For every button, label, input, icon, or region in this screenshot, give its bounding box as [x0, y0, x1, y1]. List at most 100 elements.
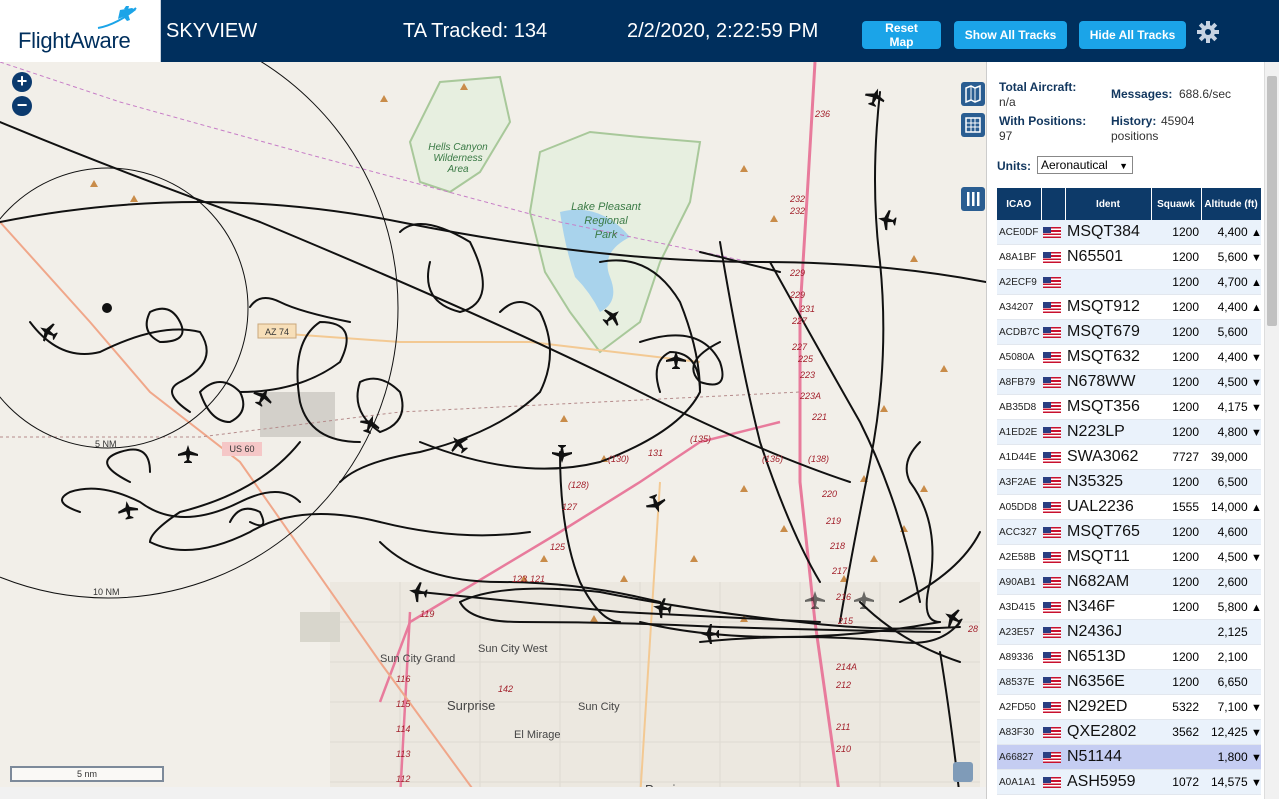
icao-cell: A0A1A1 [997, 769, 1041, 795]
grid-icon[interactable] [961, 113, 985, 137]
table-row[interactable]: A23E57 N2436J 2,125 [997, 619, 1261, 645]
icao-cell: A1D44E [997, 444, 1041, 470]
road-number-label: (138) [808, 454, 829, 464]
road-number-label: 223A [799, 391, 821, 401]
map-view[interactable]: Hells Canyon Wilderness Area Lake Pleasa… [0, 62, 986, 799]
table-row[interactable]: A83F30 QXE2802 3562 12,425 ▼ [997, 719, 1261, 745]
map-layers-icon[interactable] [961, 82, 985, 106]
us-flag-icon [1041, 544, 1065, 570]
table-row[interactable]: A89336 N6513D 1200 2,100 [997, 644, 1261, 670]
us-flag-icon [1041, 519, 1065, 545]
label-el-mirage: El Mirage [514, 729, 560, 741]
units-select[interactable]: Aeronautical ▼ [1037, 156, 1133, 174]
road-number-label: 214A [835, 662, 857, 672]
trend-icon: ▼ [1251, 727, 1261, 739]
us-flag-icon [1041, 669, 1065, 695]
table-row[interactable]: ACDB7C MSQT679 1200 5,600 [997, 319, 1261, 345]
road-number-label: (128) [568, 480, 589, 490]
altitude-cell: 4,175 ▼ [1201, 394, 1261, 420]
map-horizontal-scrollbar[interactable] [0, 787, 986, 799]
columns-icon[interactable] [961, 187, 985, 211]
panel-vertical-scrollbar[interactable] [1264, 62, 1279, 799]
icao-cell: A66827 [997, 744, 1041, 770]
table-row[interactable]: A05DD8 UAL2236 1555 14,000 ▲ [997, 494, 1261, 520]
table-row[interactable]: A5080A MSQT632 1200 4,400 ▼ [997, 344, 1261, 370]
trend-icon: ▲ [1251, 277, 1261, 289]
road-number-label: 211 [835, 722, 850, 732]
altitude-cell: 1,800 ▼ [1201, 744, 1261, 770]
history-value: 45904 [1161, 114, 1195, 128]
total-aircraft-label: Total Aircraft: [999, 80, 1077, 94]
zoom-in-button[interactable]: + [12, 72, 32, 92]
road-number-label: 123 [512, 574, 527, 584]
flightaware-logo[interactable]: FlightAware [0, 0, 161, 62]
scrollbar-thumb[interactable] [1267, 76, 1277, 326]
total-aircraft-value: n/a [999, 95, 1016, 109]
road-number-label: 115 [396, 699, 411, 709]
us-flag-icon [1041, 344, 1065, 370]
table-row[interactable]: A0A1A1 ASH5959 1072 14,575 ▼ [997, 769, 1261, 795]
squawk-cell: 1200 [1151, 319, 1201, 345]
trend-icon: ▲ [1251, 602, 1261, 614]
table-row[interactable]: A2ECF9 1200 4,700 ▲ [997, 269, 1261, 295]
table-row[interactable]: A8FB79 N678WW 1200 4,500 ▼ [997, 369, 1261, 395]
trend-icon: ▲ [1251, 302, 1261, 314]
ident-cell: UAL2236 [1065, 494, 1151, 520]
squawk-cell: 1200 [1151, 244, 1201, 270]
ident-cell: N2436J [1065, 619, 1151, 645]
table-row[interactable]: A3F2AE N35325 1200 6,500 [997, 469, 1261, 495]
road-number-label: 114 [396, 724, 410, 734]
zoom-out-button[interactable]: − [12, 96, 32, 116]
label-sun-city: Sun City [578, 701, 620, 713]
map-canvas[interactable]: Hells Canyon Wilderness Area Lake Pleasa… [0, 62, 986, 799]
icao-cell: A23E57 [997, 619, 1041, 645]
table-row[interactable]: A90AB1 N682AM 1200 2,600 [997, 569, 1261, 595]
table-row[interactable]: A3D415 N346F 1200 5,800 ▲ [997, 594, 1261, 620]
squawk-cell: 1200 [1151, 669, 1201, 695]
reset-map-button[interactable]: Reset Map [862, 21, 941, 49]
aircraft-table: ICAO Ident Squawk Altitude (ft) ACE0DF MS… [997, 188, 1262, 795]
table-row[interactable]: ACC327 MSQT765 1200 4,600 [997, 519, 1261, 545]
hide-all-tracks-button[interactable]: Hide All Tracks [1079, 21, 1186, 49]
col-squawk[interactable]: Squawk [1151, 188, 1202, 220]
tracked-count: TA Tracked: 134 [403, 20, 548, 42]
col-icao[interactable]: ICAO [997, 188, 1042, 220]
table-row[interactable]: A34207 MSQT912 1200 4,400 ▲ [997, 294, 1261, 320]
show-all-tracks-button[interactable]: Show All Tracks [954, 21, 1067, 49]
us-flag-icon [1041, 644, 1065, 670]
table-row[interactable]: A2FD50 N292ED 5322 7,100 ▼ [997, 694, 1261, 720]
table-row[interactable]: A1D44E SWA3062 7727 39,000 [997, 444, 1261, 470]
table-row[interactable]: ACE0DF MSQT384 1200 4,400 ▲ [997, 220, 1261, 245]
table-row[interactable]: A8537E N6356E 1200 6,650 [997, 669, 1261, 695]
label-area: Area [446, 164, 469, 175]
icao-cell: A2FD50 [997, 694, 1041, 720]
squawk-cell: 1200 [1151, 594, 1201, 620]
icao-cell: A83F30 [997, 719, 1041, 745]
ident-cell: N6356E [1065, 669, 1151, 695]
gear-icon[interactable] [1196, 20, 1220, 44]
table-row[interactable]: A1ED2E N223LP 1200 4,800 ▼ [997, 419, 1261, 445]
label-regional: Regional [584, 215, 628, 227]
squawk-cell: 1200 [1151, 294, 1201, 320]
table-row[interactable]: AB35D8 MSQT356 1200 4,175 ▼ [997, 394, 1261, 420]
col-ident[interactable]: Ident [1065, 188, 1152, 220]
col-altitude[interactable]: Altitude (ft) [1201, 188, 1262, 220]
squawk-cell: 1200 [1151, 369, 1201, 395]
page-title: SKYVIEW [166, 20, 258, 42]
road-number-label: 236 [814, 109, 830, 119]
table-row[interactable]: A66827 N51144 1,800 ▼ [997, 744, 1261, 770]
altitude-cell: 5,600 [1201, 319, 1261, 345]
icao-cell: A3F2AE [997, 469, 1041, 495]
road-number-label: (136) [762, 454, 783, 464]
table-row[interactable]: A2E58B MSQT11 1200 4,500 ▼ [997, 544, 1261, 570]
us-flag-icon [1041, 744, 1065, 770]
table-row[interactable]: A8A1BF N65501 1200 5,600 ▼ [997, 244, 1261, 270]
expand-icon[interactable] [953, 762, 973, 782]
history-label: History: [1111, 114, 1157, 128]
altitude-value: 4,500 [1217, 375, 1248, 389]
altitude-cell: 14,575 ▼ [1201, 769, 1261, 795]
label-park: Park [595, 229, 618, 241]
road-number-label: 127 [562, 502, 578, 512]
ident-cell: MSQT11 [1065, 544, 1151, 570]
altitude-value: 14,000 [1210, 500, 1248, 514]
